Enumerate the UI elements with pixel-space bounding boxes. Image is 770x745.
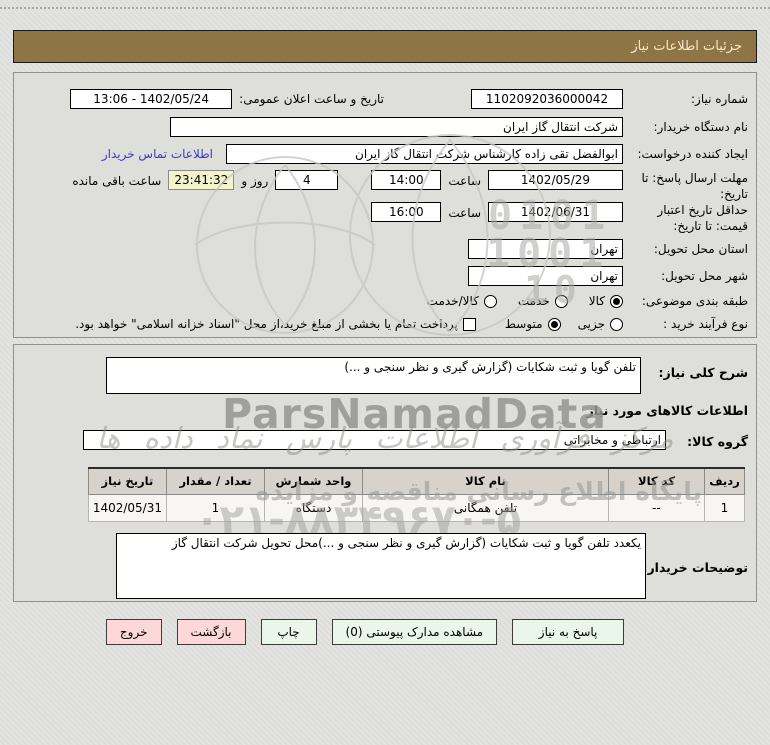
reply-deadline-days-label: روز و <box>241 174 269 188</box>
subject-class-label: طبقه بندی موضوعی: <box>641 294 748 308</box>
subject-class-option-goods-service[interactable]: کالا/خدمت <box>427 293 497 309</box>
goods-info-heading: اطلاعات کالاهای مورد نیاز <box>586 403 748 418</box>
row-reply-deadline: مهلت ارسال پاسخ: تا تاریخ: ساعت روز و 23… <box>14 170 756 202</box>
price-validity-time-input[interactable] <box>371 202 442 222</box>
radio-medium-icon[interactable] <box>547 317 561 331</box>
back-button[interactable]: بازگشت <box>176 619 246 645</box>
view-attached-docs-button[interactable]: مشاهده مدارک پیوستی (0) <box>331 619 498 645</box>
radio-medium-label: متوسط <box>504 317 543 331</box>
need-info-panel: شماره نیاز: تاریخ و ساعت اعلان عمومی: نا… <box>13 72 757 338</box>
page-title: جزئیات اطلاعات نیاز <box>13 30 757 63</box>
buyer-org-input[interactable] <box>170 117 623 137</box>
items-table: ردیف کد کالا نام کالا واحد شمارش تعداد /… <box>87 467 745 522</box>
buyer-contact-link[interactable]: اطلاعات تماس خریدار <box>102 147 213 161</box>
need-description-panel: شرح کلی نیاز: تلفن گویا و ثبت شکایات (گز… <box>13 344 757 602</box>
top-dotted-divider <box>0 7 770 9</box>
col-row-number: ردیف <box>704 467 745 495</box>
buyer-org-label: نام دستگاه خریدار: <box>653 119 749 134</box>
row-request-creator: ایجاد کننده درخواست: اطلاعات تماس خریدار <box>14 144 756 164</box>
col-count-unit: واحد شمارش <box>264 467 363 495</box>
radio-goods-service-icon[interactable] <box>483 294 497 308</box>
reply-deadline-label: مهلت ارسال پاسخ: تا تاریخ: <box>641 171 748 202</box>
goods-group-input[interactable] <box>83 430 666 450</box>
treasury-payment-option[interactable]: پرداخت تمام یا بخشی از مبلغ خرید،از محل … <box>75 316 476 332</box>
price-validity-label: حداقل تاریخ اعتبار قیمت: تا تاریخ: <box>657 203 748 234</box>
request-creator-input[interactable] <box>226 144 623 164</box>
reply-countdown-timer: 23:41:32 <box>168 170 235 190</box>
radio-minor-label: جزیی <box>577 317 605 331</box>
print-button[interactable]: چاپ <box>260 619 317 645</box>
row-price-validity: حداقل تاریخ اعتبار قیمت: تا تاریخ: ساعت <box>14 202 756 234</box>
cell-quantity: 1 <box>166 493 265 522</box>
col-goods-code: کد کالا <box>608 467 705 495</box>
radio-service-icon[interactable] <box>554 294 568 308</box>
cell-need-date: 1402/05/31 <box>87 493 168 522</box>
row-delivery-province: استان محل تحویل: <box>14 239 756 259</box>
row-delivery-city: شهر محل تحویل: <box>14 266 756 286</box>
col-goods-name: نام کالا <box>362 467 609 495</box>
purchase-process-option-medium[interactable]: متوسط <box>505 316 561 332</box>
radio-goods-service-label: کالا/خدمت <box>426 294 479 308</box>
cell-goods-name: تلفن همگانی <box>362 493 609 522</box>
need-number-input[interactable] <box>471 89 623 109</box>
delivery-province-input[interactable] <box>468 239 623 259</box>
delivery-city-label: شهر محل تحویل: <box>661 268 748 283</box>
table-row: 1 -- تلفن همگانی دستگاه 1 1402/05/31 <box>87 493 745 522</box>
col-need-date: تاریخ نیاز <box>87 467 168 495</box>
reply-remaining-label: ساعت باقی مانده <box>72 174 162 188</box>
treasury-checkbox[interactable] <box>462 317 476 331</box>
items-table-header-row: ردیف کد کالا نام کالا واحد شمارش تعداد /… <box>87 467 745 495</box>
radio-service-label: خدمت <box>517 294 550 308</box>
cell-row-number: 1 <box>704 493 745 522</box>
subject-class-option-goods[interactable]: کالا <box>589 293 623 309</box>
radio-minor-icon[interactable] <box>610 317 623 331</box>
buyer-notes-label: توضیحات خریدار: <box>642 560 748 575</box>
subject-class-option-service[interactable]: خدمت <box>518 293 568 309</box>
delivery-province-label: استان محل تحویل: <box>653 241 748 256</box>
row-buyer-org: نام دستگاه خریدار: <box>14 117 756 137</box>
respond-to-need-button[interactable]: پاسخ به نیاز <box>512 619 625 645</box>
row-purchase-process: نوع فرآیند خرید : جزیی متوسط پرداخت تمام… <box>14 316 756 332</box>
reply-deadline-hour-label: ساعت <box>448 174 481 188</box>
general-desc-label: شرح کلی نیاز: <box>658 365 748 380</box>
cell-goods-code: -- <box>608 493 705 522</box>
request-creator-label: ایجاد کننده درخواست: <box>637 146 748 161</box>
treasury-checkbox-label: پرداخت تمام یا بخشی از مبلغ خرید،از محل … <box>75 317 458 331</box>
col-quantity: تعداد / مقدار <box>166 467 265 495</box>
goods-group-label: گروه کالا: <box>687 434 748 449</box>
radio-goods-label: کالا <box>588 294 605 308</box>
cell-count-unit: دستگاه <box>264 493 363 522</box>
delivery-city-input[interactable] <box>468 266 623 286</box>
exit-button[interactable]: خروج <box>105 619 162 645</box>
reply-deadline-date-input[interactable] <box>488 170 623 190</box>
radio-goods-icon[interactable] <box>610 294 623 308</box>
need-number-label: شماره نیاز: <box>691 91 748 106</box>
row-need-number: شماره نیاز: تاریخ و ساعت اعلان عمومی: <box>14 89 756 109</box>
price-validity-hour-label: ساعت <box>448 206 481 220</box>
buyer-notes-textarea[interactable]: یکعدد تلفن گویا و ثبت شکایات (گزارش گیری… <box>116 533 646 599</box>
purchase-process-option-minor[interactable]: جزیی <box>578 316 623 332</box>
footer-button-row: پاسخ به نیاز مشاهده مدارک پیوستی (0) چاپ… <box>0 619 750 647</box>
row-subject-class: طبقه بندی موضوعی: کالا خدمت کالا/خدمت <box>14 293 756 309</box>
purchase-process-label: نوع فرآیند خرید : <box>663 317 748 331</box>
general-desc-textarea[interactable]: تلفن گویا و ثبت شکایات (گزارش گیری و نظر… <box>106 357 641 394</box>
reply-deadline-time-input[interactable] <box>371 170 442 190</box>
reply-deadline-days-input[interactable] <box>275 170 339 190</box>
price-validity-date-input[interactable] <box>488 202 623 222</box>
announce-datetime-label: تاریخ و ساعت اعلان عمومی: <box>239 91 384 106</box>
announce-datetime-input[interactable] <box>70 89 233 109</box>
